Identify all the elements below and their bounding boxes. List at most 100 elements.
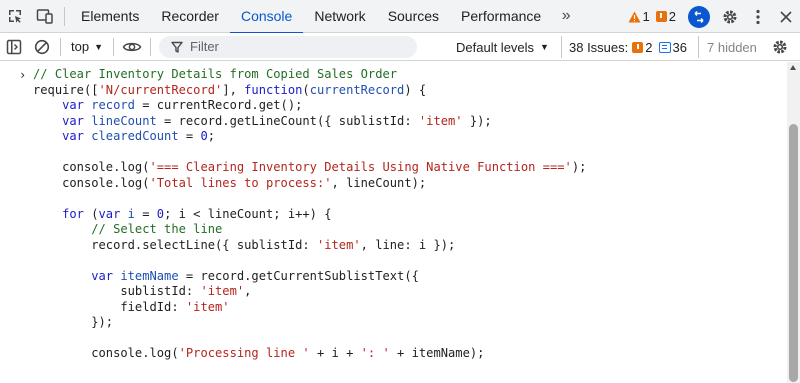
code-token: i xyxy=(127,206,135,221)
issues-warning-count: 2 xyxy=(645,39,653,55)
issue-icon xyxy=(655,11,667,22)
scrollbar-thumb[interactable] xyxy=(789,124,798,382)
code-token: // Clear Inventory Details from Copied S… xyxy=(33,67,398,81)
more-tabs-button[interactable]: » xyxy=(552,0,580,33)
code-token: = currentRecord.get(); xyxy=(134,98,303,112)
code-token: '=== Clearing Inventory Details Using Na… xyxy=(149,160,572,174)
sidebar-toggle-button[interactable] xyxy=(0,33,28,61)
log-levels-dropdown[interactable]: Default levels ▼ xyxy=(456,36,549,58)
device-toolbar-icon[interactable] xyxy=(30,0,60,33)
console-input-code[interactable]: // Clear Inventory Details from Copied S… xyxy=(33,67,586,362)
code-token: }); xyxy=(462,113,492,128)
warnings-counter[interactable]: 1 xyxy=(628,9,650,24)
divider xyxy=(60,37,61,56)
tab-elements[interactable]: Elements xyxy=(70,0,150,33)
code-token: sublistId: xyxy=(33,284,201,298)
context-value: top xyxy=(71,39,90,54)
code-line: var lineCount = record.getLineCount({ su… xyxy=(33,114,586,130)
tab-label: Network xyxy=(314,8,366,24)
scroll-up-arrow-icon[interactable] xyxy=(790,65,796,70)
filter-input[interactable]: Filter xyxy=(159,35,417,58)
more-options-button[interactable] xyxy=(744,0,772,33)
live-expression-button[interactable] xyxy=(118,33,146,61)
code-token: , xyxy=(244,284,252,298)
issue-info-icon xyxy=(658,41,671,53)
close-devtools-button[interactable] xyxy=(772,0,800,33)
code-token: = record.getCurrentSublistText({ xyxy=(178,268,419,283)
settings-button[interactable] xyxy=(716,0,744,33)
hidden-label: 7 hidden xyxy=(707,39,757,55)
tab-recorder[interactable]: Recorder xyxy=(150,0,230,33)
code-line: sublistId: 'item', xyxy=(33,284,586,300)
code-token: record xyxy=(91,98,135,112)
tab-performance[interactable]: Performance xyxy=(450,0,552,33)
block-icon xyxy=(34,39,50,54)
code-token: + itemName); xyxy=(389,346,485,360)
code-token: itemName xyxy=(120,268,179,283)
code-token: console.log( xyxy=(33,175,150,190)
tab-label: Performance xyxy=(461,8,542,24)
code-token: ( xyxy=(302,82,310,97)
console-settings-button[interactable] xyxy=(766,33,794,61)
filter-icon xyxy=(171,41,183,53)
code-token: function xyxy=(244,82,303,97)
code-line: for (var i = 0; i < lineCount; i++) { xyxy=(33,207,586,223)
code-line: // Clear Inventory Details from Copied S… xyxy=(33,67,586,83)
tab-console[interactable]: Console xyxy=(229,0,304,34)
clear-console-button[interactable] xyxy=(28,33,56,61)
tab-sources[interactable]: Sources xyxy=(377,0,450,33)
code-token: 'item' xyxy=(316,237,361,252)
code-line: fieldId: 'item' xyxy=(33,300,586,316)
code-token: 'item' xyxy=(185,299,230,314)
code-token: , line: i }); xyxy=(360,237,456,252)
code-token: 0 xyxy=(156,206,165,221)
warning-icon xyxy=(628,11,641,22)
code-line: require(['N/currentRecord'], function(cu… xyxy=(33,83,586,99)
issues-info-count: 36 xyxy=(672,39,687,55)
code-token: 'item' xyxy=(418,113,463,128)
kebab-menu-icon xyxy=(756,9,760,24)
filter-placeholder: Filter xyxy=(190,39,219,54)
code-token: console.log( xyxy=(33,160,150,174)
tab-label: Console xyxy=(240,8,293,24)
console-output[interactable]: › // Clear Inventory Details from Copied… xyxy=(0,62,787,383)
code-token: ], xyxy=(222,82,245,97)
code-token: var xyxy=(62,98,84,112)
close-icon xyxy=(780,10,792,23)
console-toolbar: top ▼ Filter Default levels ▼ 38 Issues:… xyxy=(0,33,800,61)
code-token: = xyxy=(178,129,201,143)
console-prompt-chevron-icon: › xyxy=(19,68,27,82)
context-selector[interactable]: top ▼ xyxy=(65,36,109,58)
code-token: console.log( xyxy=(33,346,179,360)
tab-label: Sources xyxy=(387,8,440,24)
code-token: lineCount xyxy=(91,113,157,128)
code-line: record.selectLine({ sublistId: 'item', l… xyxy=(33,238,586,254)
code-line: var itemName = record.getCurrentSublistT… xyxy=(33,269,586,285)
gear-icon xyxy=(723,10,737,23)
tab-label: Elements xyxy=(81,8,140,24)
code-token: fieldId: xyxy=(33,299,186,314)
vertical-scrollbar[interactable] xyxy=(787,62,800,383)
tab-label: Recorder xyxy=(161,8,219,24)
code-token: var xyxy=(91,268,114,283)
ai-assistance-button[interactable] xyxy=(688,5,710,28)
code-token: var xyxy=(62,129,84,143)
inspect-element-icon[interactable] xyxy=(0,0,30,33)
code-line: console.log('Processing line ' + i + ': … xyxy=(33,346,586,362)
warnings-count: 1 xyxy=(642,9,650,24)
issues-button[interactable]: 38 Issues: 2 36 xyxy=(561,36,687,58)
code-token: 'Processing line ' xyxy=(178,346,310,360)
issues-label: 38 Issues: xyxy=(569,39,629,55)
tab-network[interactable]: Network xyxy=(303,0,376,33)
sync-icon xyxy=(694,10,704,23)
issues-counter[interactable]: 2 xyxy=(655,9,676,24)
code-token: ; i < lineCount; i++) { xyxy=(164,206,332,221)
code-token: 'Total lines to process:' xyxy=(149,175,332,190)
code-line: console.log('Total lines to process:', l… xyxy=(33,176,586,192)
